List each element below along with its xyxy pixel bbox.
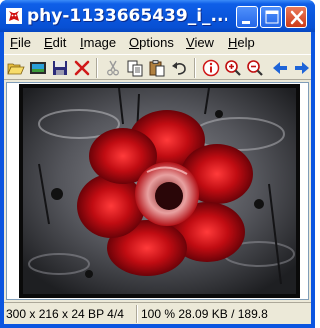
delete-button[interactable] [73,59,91,77]
paste-button[interactable] [148,59,166,77]
info-button[interactable] [202,59,220,77]
toolbar-separator [96,58,98,78]
irfanview-cat-icon[interactable] [6,8,22,24]
open-folder-icon [7,63,25,75]
flower-photo-image [23,87,296,294]
next-button[interactable] [293,59,311,77]
close-icon [290,10,304,25]
undo-icon [172,62,186,75]
status-zoom-size: 100 % 28.09 KB / 189.8 [141,307,268,321]
cut-button[interactable] [104,59,122,77]
menu-edit[interactable]: Edit [44,35,66,50]
zoom-in-button[interactable] [224,59,242,77]
previous-arrow-icon [273,62,287,74]
save-icon [53,61,67,75]
maximize-icon [265,10,279,24]
zoom-out-button[interactable] [246,59,264,77]
info-icon [202,59,220,77]
save-button[interactable] [51,59,69,77]
copy-button[interactable] [126,59,144,77]
status-bar: 300 x 216 x 24 BP 4/4 100 % 28.09 KB / 1… [4,302,311,324]
zoom-out-icon [247,60,263,76]
menu-help[interactable]: Help [228,35,255,50]
previous-button[interactable] [271,59,289,77]
minimize-button[interactable] [236,6,258,28]
client-area: File Edit Image Options View Help 300 x … [4,32,311,324]
toolbar-separator [194,58,196,78]
menu-bar: File Edit Image Options View Help [4,32,311,52]
undo-button[interactable] [170,59,188,77]
delete-icon [74,60,90,76]
window-title: phy-1133665439_i_... [27,6,227,26]
slideshow-button[interactable] [29,59,47,77]
slideshow-icon [30,62,46,74]
paste-icon [149,60,165,77]
image-view[interactable] [6,82,309,300]
maximize-button[interactable] [260,6,282,28]
title-bar[interactable]: phy-1133665439_i_... [0,0,315,32]
app-window: phy-1133665439_i_... File Edit Image Opt… [0,0,315,328]
close-button[interactable] [285,6,307,28]
open-button[interactable] [7,59,25,77]
menu-options[interactable]: Options [129,35,174,50]
photo-red-flower-on-water [19,84,300,298]
menu-image[interactable]: Image [80,35,116,50]
status-divider [136,305,138,323]
copy-icon [127,60,143,77]
menu-view[interactable]: View [186,35,214,50]
status-dimensions: 300 x 216 x 24 BP 4/4 [6,307,124,321]
menu-file[interactable]: File [10,35,31,50]
next-arrow-icon [295,62,309,74]
cut-icon [107,60,119,76]
minimize-icon [242,21,250,24]
zoom-in-icon [225,60,241,76]
toolbar [4,54,311,80]
